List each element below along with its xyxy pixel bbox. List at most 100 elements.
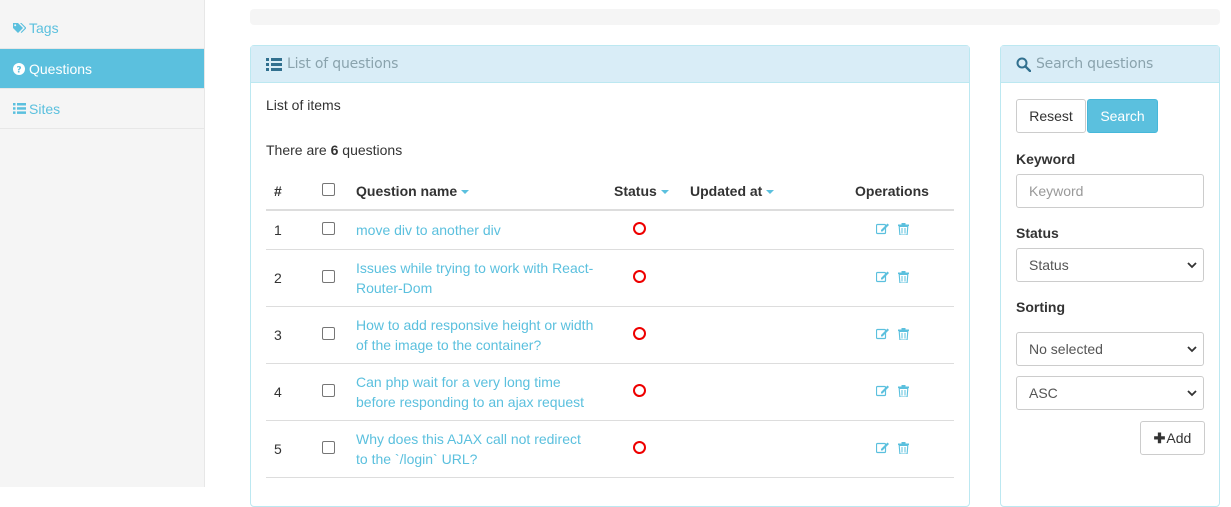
row-number: 1	[266, 210, 315, 250]
operations-cell	[830, 306, 954, 364]
status-circle-icon	[633, 384, 646, 397]
panel-heading: List of questions	[251, 46, 969, 83]
panel-title: Search questions	[1036, 56, 1154, 72]
question-name-cell: Can php wait for a very long time before…	[356, 363, 614, 421]
table-header-row: # Question name Status Updated at Operat…	[266, 172, 954, 211]
table-row: 3 How to add responsive height or width o…	[266, 306, 954, 364]
trash-icon[interactable]	[897, 442, 909, 454]
breadcrumb	[250, 9, 1220, 25]
column-label: Status	[614, 182, 657, 199]
search-button[interactable]: Search	[1087, 99, 1158, 133]
column-label: Question name	[356, 182, 458, 199]
column-header-question-name[interactable]: Question name	[356, 172, 614, 211]
row-number: 2	[266, 249, 315, 307]
questions-list-panel: List of questions List of items There ar…	[250, 45, 970, 507]
updated-at-cell	[690, 249, 830, 307]
sidebar-item-sites[interactable]: Sites	[0, 89, 204, 129]
column-header-number: #	[266, 172, 315, 211]
sort-caret-icon	[461, 189, 470, 194]
status-cell	[614, 210, 690, 250]
status-cell	[614, 249, 690, 307]
sorting-field-select[interactable]: No selected	[1016, 332, 1204, 366]
table-row: 2 Issues while trying to work with React-…	[266, 249, 954, 307]
edit-icon[interactable]	[875, 223, 890, 235]
chevron-down-icon	[1187, 346, 1197, 353]
updated-at-cell	[690, 210, 830, 250]
count-suffix: questions	[342, 142, 403, 158]
updated-at-cell	[690, 363, 830, 421]
status-circle-icon	[633, 222, 646, 235]
operations-cell	[830, 210, 954, 250]
edit-icon[interactable]	[875, 385, 890, 397]
row-checkbox[interactable]	[322, 441, 335, 454]
svg-text:?: ?	[16, 65, 21, 75]
row-checkbox[interactable]	[322, 222, 335, 235]
row-checkbox[interactable]	[322, 270, 335, 283]
row-checkbox[interactable]	[322, 384, 335, 397]
keyword-input[interactable]: Keyword	[1016, 174, 1204, 208]
panel-title: List of questions	[287, 56, 399, 72]
add-button-label: Add	[1166, 430, 1192, 446]
sidebar-item-questions[interactable]: ? Questions	[0, 49, 204, 89]
row-number: 3	[266, 306, 315, 364]
chevron-down-icon	[1187, 262, 1197, 269]
tags-icon	[12, 21, 26, 35]
edit-icon[interactable]	[875, 328, 890, 340]
operations-cell	[830, 249, 954, 307]
column-header-updated-at[interactable]: Updated at	[690, 172, 830, 211]
trash-icon[interactable]	[897, 271, 909, 283]
sorting-select-value: No selected	[1029, 341, 1103, 357]
status-select[interactable]: Status	[1016, 248, 1204, 282]
questions-table: # Question name Status Updated at Operat…	[266, 172, 954, 478]
row-checkbox[interactable]	[322, 327, 335, 340]
question-link[interactable]: move div to another div	[356, 220, 596, 240]
row-select-cell	[315, 210, 356, 250]
status-circle-icon	[633, 441, 646, 454]
column-label: Updated at	[690, 182, 763, 199]
operations-cell	[830, 420, 954, 478]
question-name-cell: Why does this AJAX call not redirect to …	[356, 420, 614, 478]
row-select-cell	[315, 420, 356, 478]
add-button[interactable]: ✚ Add	[1140, 421, 1205, 455]
trash-icon[interactable]	[897, 328, 909, 340]
question-link[interactable]: How to add responsive height or width of…	[356, 315, 596, 355]
list-icon	[266, 57, 282, 71]
question-count: There are 6 questions	[266, 142, 954, 158]
edit-icon[interactable]	[875, 271, 890, 283]
chevron-down-icon	[1187, 390, 1197, 397]
status-cell	[614, 363, 690, 421]
trash-icon[interactable]	[897, 385, 909, 397]
sort-caret-icon	[766, 189, 775, 194]
column-header-status[interactable]: Status	[614, 172, 690, 211]
updated-at-cell	[690, 420, 830, 478]
keyword-label: Keyword	[1016, 151, 1076, 167]
trash-icon[interactable]	[897, 223, 909, 235]
edit-icon[interactable]	[875, 442, 890, 454]
status-select-value: Status	[1029, 257, 1069, 273]
row-select-cell	[315, 363, 356, 421]
table-row: 5 Why does this AJAX call not redirect to…	[266, 420, 954, 478]
column-header-select	[315, 172, 356, 211]
column-header-operations: Operations	[830, 172, 954, 211]
sidebar-item-tags[interactable]: Tags	[0, 0, 204, 49]
question-link[interactable]: Issues while trying to work with React-R…	[356, 258, 596, 298]
search-panel: Search questions Resest Search Keyword K…	[1000, 45, 1220, 507]
question-link[interactable]: Can php wait for a very long time before…	[356, 372, 596, 412]
question-link[interactable]: Why does this AJAX call not redirect to …	[356, 429, 596, 469]
select-all-checkbox[interactable]	[322, 182, 335, 196]
plus-icon: ✚	[1153, 429, 1166, 446]
list-caption: List of items	[266, 97, 341, 113]
status-cell	[614, 306, 690, 364]
operations-cell	[830, 363, 954, 421]
question-name-cell: How to add responsive height or width of…	[356, 306, 614, 364]
sidebar-item-label: Tags	[29, 20, 59, 36]
row-select-cell	[315, 249, 356, 307]
status-circle-icon	[633, 270, 646, 283]
table-row: 1 move div to another div	[266, 210, 954, 250]
reset-button[interactable]: Resest	[1016, 99, 1086, 133]
updated-at-cell	[690, 306, 830, 364]
panel-heading: Search questions	[1001, 46, 1219, 83]
sorting-order-select[interactable]: ASC	[1016, 376, 1204, 410]
sorting-label: Sorting	[1016, 299, 1065, 315]
row-number: 5	[266, 420, 315, 478]
